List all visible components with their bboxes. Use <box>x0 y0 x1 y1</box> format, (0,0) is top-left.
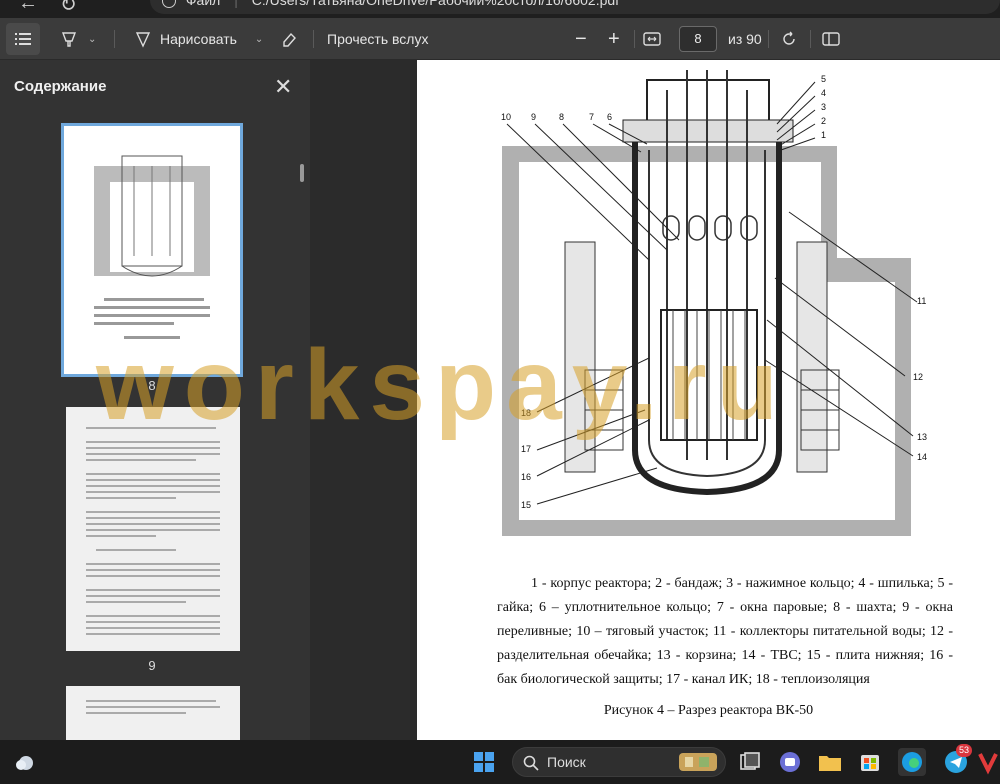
app-icon[interactable] <box>978 748 1000 776</box>
label-10: 10 <box>501 112 511 122</box>
sidebar-title: Содержание <box>14 78 107 95</box>
chevron-down-icon[interactable]: ⌄ <box>255 34 263 45</box>
list-icon <box>15 33 31 45</box>
eraser-icon <box>283 32 296 47</box>
page-number-9: 9 <box>148 658 156 673</box>
fit-page-button[interactable] <box>643 18 661 60</box>
chevron-down-icon[interactable]: ⌄ <box>88 34 96 45</box>
contents-sidebar: Содержание ✕ 8 9 <box>0 60 310 746</box>
page-view-button[interactable] <box>822 18 840 60</box>
start-button[interactable] <box>470 748 498 776</box>
address-field[interactable]: Файл | C:/Users/Татьяна/OneDrive/Рабочий… <box>150 0 1000 14</box>
zoom-out-button[interactable]: − <box>575 18 587 60</box>
chat-icon[interactable] <box>776 748 804 776</box>
address-label: Файл <box>185 0 221 8</box>
task-view-icon[interactable] <box>736 748 764 776</box>
read-aloud-label: Прочесть вслух <box>327 31 429 47</box>
draw-label: Нарисовать <box>160 31 237 47</box>
label-7: 7 <box>589 112 594 122</box>
read-aloud-button[interactable]: Прочесть вслух <box>327 18 428 60</box>
label-16: 16 <box>521 472 531 482</box>
edge-icon[interactable] <box>898 748 926 776</box>
page-number-8: 8 <box>148 378 156 393</box>
label-12: 12 <box>913 372 923 382</box>
label-13: 13 <box>917 432 927 442</box>
thumbnail-preview <box>86 427 220 635</box>
contents-toggle-button[interactable] <box>6 23 40 55</box>
windows-icon <box>474 752 494 772</box>
label-4: 4 <box>821 88 826 98</box>
label-5: 5 <box>821 74 826 84</box>
zoom-in-button[interactable]: + <box>608 18 620 60</box>
search-highlight-icon <box>679 753 717 771</box>
info-icon <box>162 0 176 9</box>
store-icon[interactable] <box>856 748 884 776</box>
highlighter-icon <box>61 32 77 47</box>
thumbnail-preview <box>94 155 210 339</box>
label-8: 8 <box>559 112 564 122</box>
label-6: 6 <box>607 112 612 122</box>
pdf-page: 10 9 8 7 6 5 4 3 2 1 11 12 13 14 18 17 16 15 1 - корпу… <box>417 60 1000 740</box>
close-icon[interactable]: ✕ <box>274 74 292 100</box>
highlight-button[interactable]: ⌄ <box>60 18 96 60</box>
page-thumbnail-9[interactable] <box>66 407 240 651</box>
reactor-diagram: 10 9 8 7 6 5 4 3 2 1 11 12 13 14 18 17 16 15 <box>501 70 927 536</box>
document-viewer[interactable]: 10 9 8 7 6 5 4 3 2 1 11 12 13 14 18 17 16 15 1 - корпу… <box>310 60 1000 740</box>
pdf-toolbar: ⌄ Нарисовать ⌄ Прочесть вслух − + 8 из 9… <box>0 18 1000 60</box>
label-15: 15 <box>521 500 531 510</box>
page-thumbnail-8[interactable] <box>61 123 243 377</box>
search-label: Поиск <box>547 754 586 770</box>
notification-badge: 53 <box>956 744 973 757</box>
label-3: 3 <box>821 102 826 112</box>
page-thumbnail-10[interactable] <box>66 686 240 746</box>
eraser-button[interactable] <box>280 18 298 60</box>
fit-width-icon <box>643 32 661 46</box>
label-2: 2 <box>821 116 826 126</box>
weather-icon[interactable] <box>12 748 40 776</box>
taskbar-search[interactable]: Поиск <box>512 747 726 777</box>
label-1: 1 <box>821 130 826 140</box>
refresh-icon[interactable]: ↻ <box>60 0 77 17</box>
page-number-input[interactable]: 8 <box>679 26 717 52</box>
page-total: из 90 <box>728 31 762 47</box>
thumbnail-preview <box>86 700 220 714</box>
label-9: 9 <box>531 112 536 122</box>
label-14: 14 <box>917 452 927 462</box>
search-icon <box>523 755 539 771</box>
rotate-button[interactable] <box>780 18 798 60</box>
label-11: 11 <box>917 296 926 306</box>
pen-icon <box>135 32 151 48</box>
rotate-icon <box>783 31 795 45</box>
label-17: 17 <box>521 444 531 454</box>
back-arrow-icon[interactable]: ← <box>18 0 38 15</box>
draw-button[interactable]: Нарисовать ⌄ <box>134 18 263 60</box>
two-page-icon <box>822 32 840 46</box>
figure-title: Рисунок 4 – Разрез реактора ВК-50 <box>603 703 814 718</box>
file-explorer-icon[interactable] <box>816 748 844 776</box>
figure-caption: 1 - корпус реактора; 2 - бандаж; 3 - наж… <box>497 576 953 687</box>
address-path: C:/Users/Татьяна/OneDrive/Рабочий%20стол… <box>251 0 620 8</box>
sidebar-scrollbar[interactable] <box>300 164 304 182</box>
label-18: 18 <box>521 408 531 418</box>
browser-address-bar: ← ↻ Файл | C:/Users/Татьяна/OneDrive/Раб… <box>0 0 1000 18</box>
taskbar: Поиск 53 <box>0 740 1000 784</box>
